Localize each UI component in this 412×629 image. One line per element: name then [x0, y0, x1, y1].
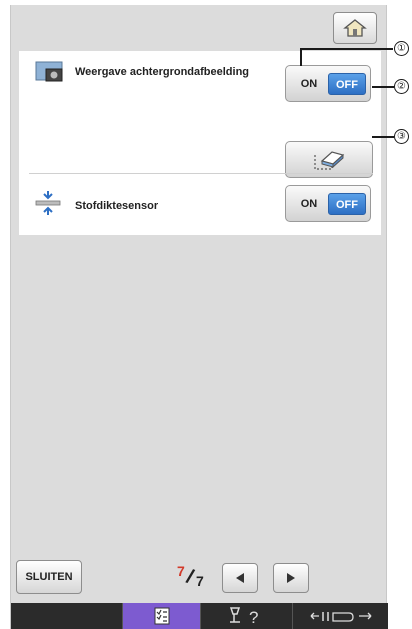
settings-list-icon — [154, 607, 169, 625]
next-page-button[interactable] — [273, 563, 309, 593]
settings-panel: Weergave achtergrondafbeelding ON OFF St… — [19, 51, 381, 235]
fabric-sensor-toggle[interactable]: ON OFF — [285, 185, 371, 222]
bottom-tab-bar: ? — [11, 603, 388, 629]
svg-text:?: ? — [249, 608, 258, 626]
close-button[interactable]: SLUITEN — [16, 560, 82, 594]
page-slash: / — [183, 565, 197, 589]
previous-page-button[interactable] — [222, 563, 258, 593]
tab-settings[interactable] — [123, 603, 201, 629]
callout-2: ② — [394, 79, 409, 94]
tab-blank[interactable] — [11, 603, 123, 629]
off-option[interactable]: OFF — [328, 72, 366, 95]
callout-line-1-h — [300, 48, 393, 50]
fabric-thickness-icon — [35, 191, 61, 215]
triangle-left-icon — [236, 573, 244, 583]
triangle-right-icon — [287, 573, 295, 583]
page-indicator: 7 / 7 — [174, 563, 214, 593]
camera-image-icon — [35, 61, 63, 82]
on-option[interactable]: ON — [290, 78, 328, 90]
callout-3: ③ — [394, 129, 409, 144]
presser-foot-icon — [310, 612, 371, 622]
on-option[interactable]: ON — [290, 198, 328, 210]
callout-1: ① — [394, 41, 409, 56]
home-button[interactable] — [333, 12, 377, 44]
background-image-toggle[interactable]: ON OFF — [285, 65, 371, 102]
callout-line-1 — [300, 48, 302, 66]
callout-line-3 — [372, 136, 394, 138]
page-current: 7 — [177, 563, 185, 579]
fabric-sensor-label: Stofdiktesensor — [75, 200, 159, 212]
eraser-icon — [314, 150, 345, 170]
tab-help[interactable]: ? — [201, 603, 293, 629]
off-option[interactable]: OFF — [328, 192, 366, 215]
settings-screen: Weergave achtergrondafbeelding ON OFF St… — [10, 5, 388, 629]
page-total: 7 — [196, 573, 204, 589]
fabric-sensor-row: Stofdiktesensor ON OFF — [19, 174, 381, 235]
home-icon — [343, 19, 367, 37]
callout-line-2 — [372, 86, 394, 88]
background-image-row: Weergave achtergrondafbeelding ON OFF — [19, 51, 381, 178]
help-icon: ? — [229, 607, 258, 626]
background-image-label: Weergave achtergrondafbeelding — [75, 66, 250, 78]
tab-presser-foot[interactable] — [293, 603, 388, 629]
